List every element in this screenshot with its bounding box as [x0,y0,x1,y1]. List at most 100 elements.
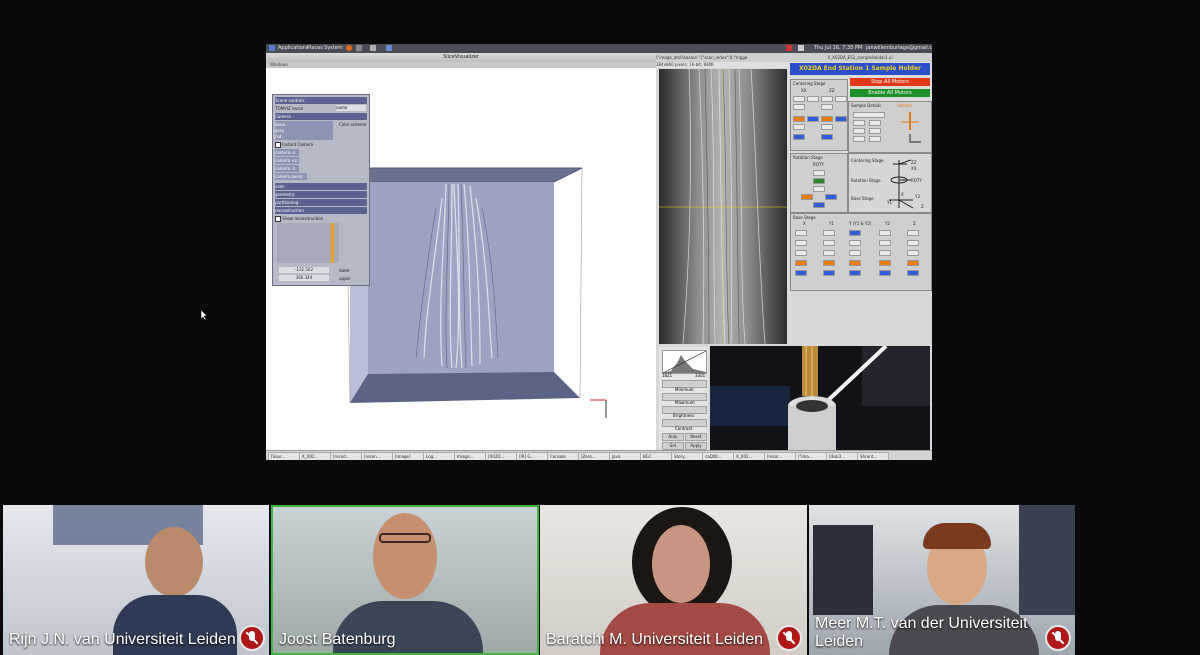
colormap-hot[interactable]: hot [275,133,333,140]
sample-field-4[interactable] [853,128,865,134]
camera-persp-button[interactable]: camera persp [275,173,307,180]
apply-button[interactable]: Apply [685,442,707,450]
projection-image[interactable] [659,69,787,344]
reset-button[interactable]: Reset [685,433,707,441]
x-readback[interactable] [795,230,807,236]
taskbar-item[interactable]: Java [609,452,641,460]
scene-controls-panel[interactable]: Scene controls TOMVIZ recon name Camera … [272,94,370,286]
xx-readback[interactable] [793,96,805,102]
z-home[interactable] [907,270,919,276]
taskbar-item[interactable]: [recor... [764,452,796,460]
roty-tweak-plus[interactable] [825,194,837,200]
y1-readback[interactable] [823,230,835,236]
editor-icon[interactable] [370,45,376,51]
taskbar-item[interactable]: Story... [671,452,703,460]
z-tweak-minus[interactable] [907,260,919,266]
xx-home[interactable] [793,134,805,140]
y1-tweak-minus[interactable] [823,260,835,266]
zz-readback[interactable] [821,96,833,102]
y-setpoint[interactable] [849,240,861,246]
auto-button[interactable]: Auto [662,433,684,441]
geometry-header[interactable]: geometry [275,191,367,198]
sample-field-2[interactable] [853,120,865,126]
y1-step[interactable] [823,250,835,256]
y-readback[interactable] [849,230,861,236]
x-step[interactable] [795,250,807,256]
image-viewer-titlebar[interactable]: ("image_atsVisaalue":{"scan_index":0,"tr… [656,53,788,62]
axes-header[interactable]: axes [275,183,367,190]
reconstruction-header[interactable]: reconstruction [275,207,367,214]
instant-camera-checkbox[interactable] [275,142,281,148]
x-setpoint[interactable] [795,240,807,246]
y2-step[interactable] [879,250,891,256]
upper-value[interactable]: 366.344 [279,275,329,281]
y2-setpoint[interactable] [879,240,891,246]
taskbar-item[interactable]: ("ima... [795,452,827,460]
set-button[interactable]: Set [662,442,684,450]
slicevisualizer-titlebar[interactable]: SliceVisualizer [266,53,656,62]
zz-home[interactable] [821,134,833,140]
roty-status[interactable] [813,178,825,184]
taskbar-item[interactable]: X_X02... [299,452,331,460]
taskbar-item[interactable]: [recon... [361,452,393,460]
zz-tweak-minus[interactable] [821,116,833,122]
visualizer-canvas[interactable]: Scene controls TOMVIZ recon name Camera … [266,68,656,451]
y-step[interactable] [849,250,861,256]
menu-applications[interactable]: Applications [278,44,309,53]
taskbar-item[interactable]: [Zero... [578,452,610,460]
zz-value[interactable] [821,104,833,110]
sample-field-7[interactable] [869,136,881,142]
tomviz-value[interactable]: name [336,105,366,111]
roty-home[interactable] [813,202,825,208]
y2-home[interactable] [879,270,891,276]
clock[interactable]: Thu Jul 16, 7:35 PM [814,44,862,53]
menu-system[interactable]: System [324,44,343,53]
sample-field-3[interactable] [869,120,881,126]
participant-tile-3[interactable]: Baratchi M. Universiteit Leiden [540,505,807,655]
y1-setpoint[interactable] [823,240,835,246]
roty-setpoint[interactable] [813,186,825,192]
partitioning-header[interactable]: partitioning [275,199,367,206]
zz-setpoint[interactable] [835,96,847,102]
firefox-icon[interactable] [346,45,352,51]
taskbar-item[interactable]: [Saur... [268,452,300,460]
taskbar-item[interactable]: Console [547,452,579,460]
xx-step[interactable] [793,124,805,130]
stop-all-motors-button[interactable]: Stop All Motors [850,78,930,86]
participant-tile-4[interactable]: Meer M.T. van der Universiteit Leiden [809,505,1075,655]
z-readback[interactable] [907,230,919,236]
sample-field-5[interactable] [869,128,881,134]
taskbar-item[interactable]: [recod... [330,452,362,460]
camera-x-button[interactable]: camera -x [275,149,299,156]
taskbar-item[interactable]: [X02D... [485,452,517,460]
y2-tweak-minus[interactable] [879,260,891,266]
z-setpoint[interactable] [907,240,919,246]
y-tweak-minus[interactable] [849,260,861,266]
xx-value[interactable] [793,104,805,110]
xx-tweak-plus[interactable] [807,116,819,122]
x-tweak-minus[interactable] [795,260,807,266]
instant-camera-row[interactable]: Instant Camera [275,141,367,148]
y2-readback[interactable] [879,230,891,236]
y-home[interactable] [849,270,861,276]
sample-field-1[interactable] [853,112,885,118]
taskbar-item[interactable]: [image] [392,452,424,460]
lower-row[interactable]: -132.502 lower [275,267,367,274]
volume-icon[interactable] [798,45,804,51]
show-reconstruction-row[interactable]: Show reconstruction [275,215,367,222]
taskbar-item[interactable]: [IR] G... [516,452,548,460]
taskbar-item[interactable]: Image... [454,452,486,460]
zz-step[interactable] [821,124,833,130]
terminal-icon[interactable] [356,45,362,51]
participant-tile-2-speaking[interactable]: Joost Batenburg [271,505,539,655]
camera-minus-z-button[interactable]: camera -z [275,165,299,172]
taskbar-item[interactable]: [disk3... [826,452,858,460]
show-reconstruction-checkbox[interactable] [275,216,281,222]
roty-tweak-minus[interactable] [801,194,813,200]
taskbar-item[interactable]: Shrunt... [857,452,889,460]
participant-tile-1[interactable]: Rijn J.N. van Universiteit Leiden [3,505,269,655]
enable-all-motors-button[interactable]: Enable All Motors [850,89,930,97]
alert-icon[interactable] [786,45,792,51]
z-step[interactable] [907,250,919,256]
taskbar-item[interactable]: BGC [640,452,672,460]
